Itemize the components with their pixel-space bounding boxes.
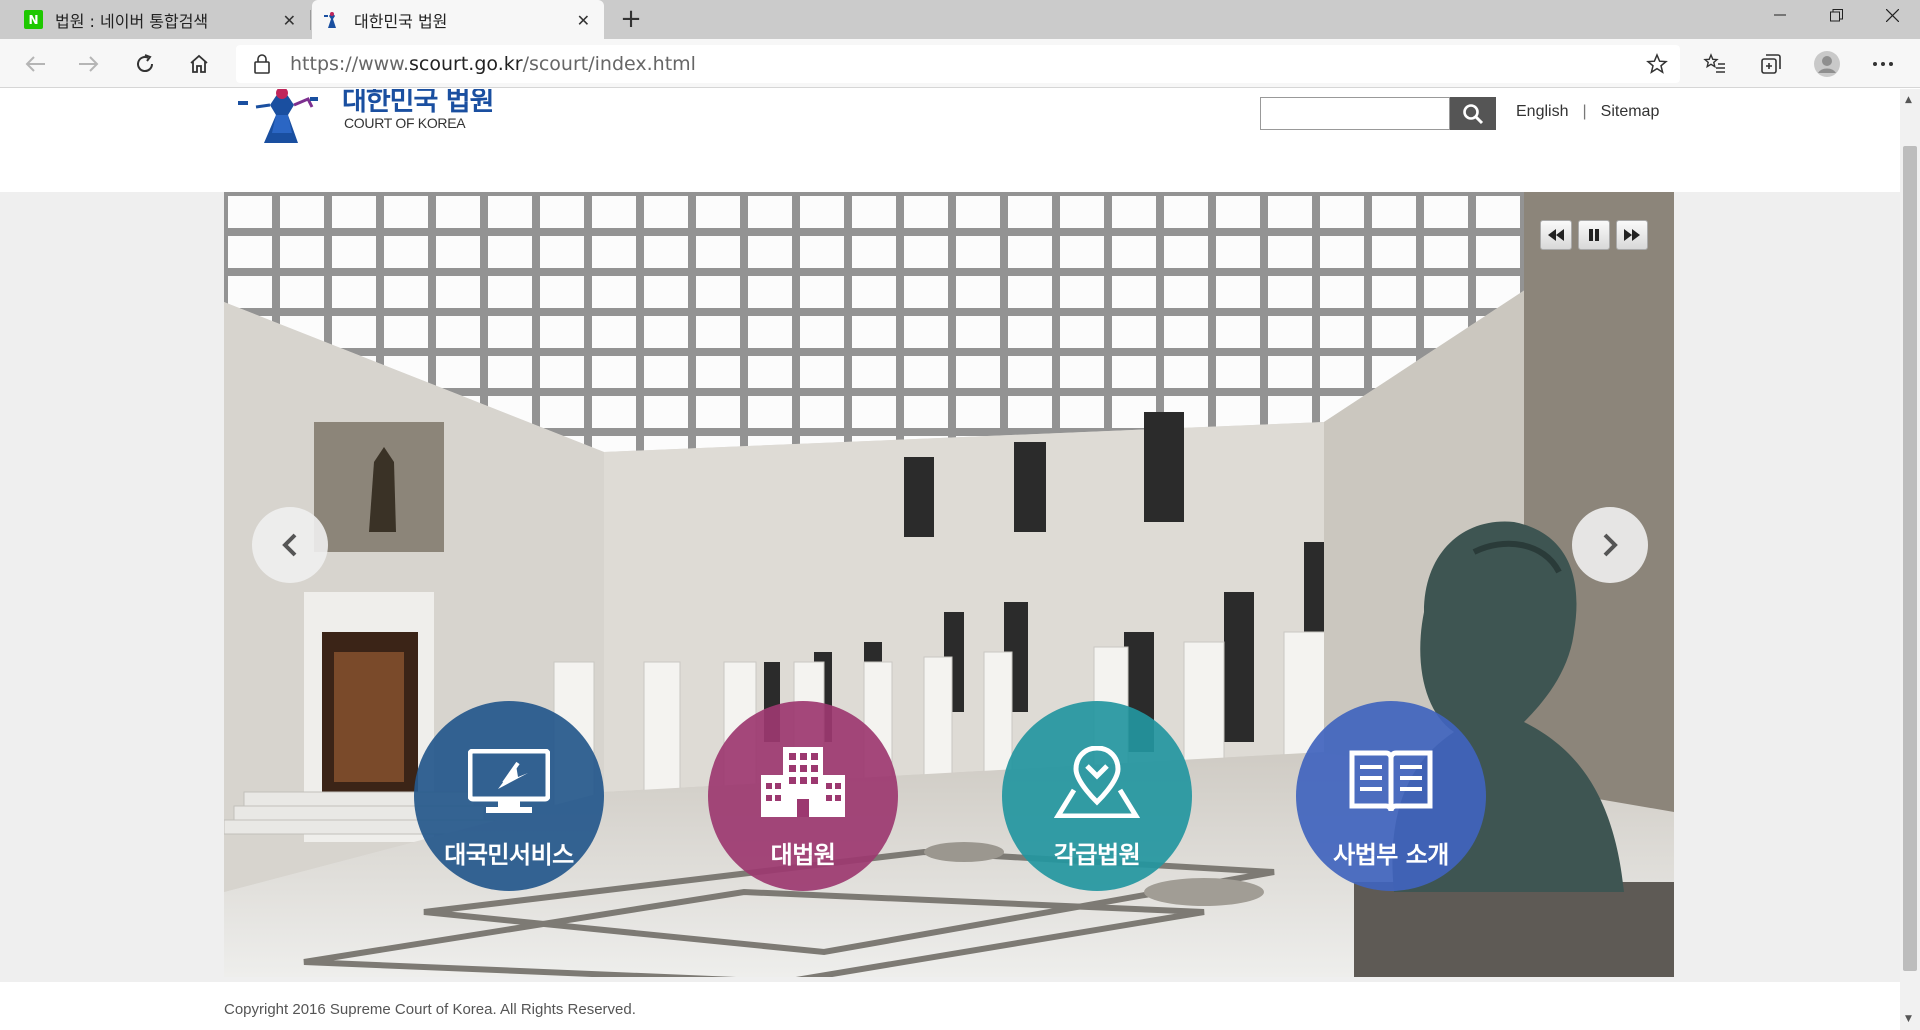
pause-button[interactable] bbox=[1578, 220, 1610, 250]
link-separator: | bbox=[1582, 103, 1587, 120]
back-button[interactable] bbox=[18, 47, 52, 81]
book-icon bbox=[1348, 743, 1434, 821]
all-courts-button[interactable]: 각급법원 bbox=[1002, 701, 1192, 891]
minimize-icon bbox=[1774, 14, 1786, 16]
tab-court-korea[interactable]: 대한민국 법원 ✕ bbox=[312, 0, 604, 39]
fast-forward-button[interactable] bbox=[1616, 220, 1648, 250]
site-search-input[interactable] bbox=[1260, 97, 1450, 130]
url-text: https://www.scourt.go.kr/scourt/index.ht… bbox=[290, 53, 696, 75]
page-scrollbar[interactable]: ▲ ▼ bbox=[1900, 89, 1920, 1030]
english-link[interactable]: English bbox=[1516, 103, 1568, 121]
collections-button[interactable] bbox=[1754, 47, 1788, 81]
restore-icon bbox=[1829, 8, 1843, 21]
building-icon bbox=[759, 743, 847, 821]
copyright-text: Copyright 2016 Supreme Court of Korea. A… bbox=[224, 1001, 636, 1018]
chevron-left-icon bbox=[282, 533, 297, 557]
browser-toolbar: https://www.scourt.go.kr/scourt/index.ht… bbox=[0, 39, 1920, 88]
minimize-button[interactable] bbox=[1752, 0, 1808, 30]
refresh-button[interactable] bbox=[128, 47, 162, 81]
search-button[interactable] bbox=[1450, 97, 1496, 130]
close-icon[interactable]: ✕ bbox=[283, 11, 296, 30]
tab-strip: N 법원 : 네이버 통합검색 ✕ 대한민국 법원 ✕ + bbox=[0, 0, 1920, 39]
home-button[interactable] bbox=[182, 47, 216, 81]
logo-subtitle: COURT OF KOREA bbox=[344, 115, 466, 131]
lock-icon bbox=[254, 54, 270, 74]
arrow-right-icon bbox=[79, 56, 99, 72]
profile-button[interactable] bbox=[1810, 47, 1844, 81]
favorite-star-icon[interactable] bbox=[1646, 53, 1668, 75]
previous-slide-button[interactable] bbox=[252, 507, 328, 583]
site-header: 대한민국 법원 COURT OF KOREA English | Sitemap bbox=[0, 89, 1900, 192]
sitemap-link[interactable]: Sitemap bbox=[1601, 103, 1660, 121]
supreme-court-button[interactable]: 대법원 bbox=[708, 701, 898, 891]
naver-icon: N bbox=[24, 10, 43, 29]
page-viewport: 대한민국 법원 COURT OF KOREA English | Sitemap bbox=[0, 89, 1900, 1030]
service-label: 대국민서비스 bbox=[444, 841, 574, 869]
rewind-icon bbox=[1548, 229, 1564, 241]
utility-links: English | Sitemap bbox=[1516, 103, 1659, 121]
scroll-up-icon[interactable]: ▲ bbox=[1905, 95, 1912, 105]
forward-button[interactable] bbox=[72, 47, 106, 81]
service-label: 사법부 소개 bbox=[1333, 841, 1449, 869]
court-logo[interactable]: 대한민국 법원 COURT OF KOREA bbox=[236, 89, 506, 147]
favorites-button[interactable] bbox=[1698, 47, 1732, 81]
collections-icon bbox=[1761, 54, 1781, 74]
more-dots-icon bbox=[1873, 62, 1893, 66]
new-tab-button[interactable]: + bbox=[616, 4, 646, 34]
tab-title: 법원 : 네이버 통합검색 bbox=[55, 11, 209, 31]
close-icon bbox=[1885, 8, 1899, 22]
court-icon bbox=[324, 11, 336, 28]
scroll-down-icon[interactable]: ▼ bbox=[1905, 1014, 1912, 1024]
favorites-list-icon bbox=[1703, 53, 1725, 73]
profile-avatar-icon bbox=[1814, 51, 1840, 77]
next-slide-button[interactable] bbox=[1572, 507, 1648, 583]
monitor-icon bbox=[468, 743, 550, 821]
search-icon bbox=[1463, 103, 1484, 124]
service-label: 대법원 bbox=[770, 841, 836, 869]
justice-statue-icon bbox=[238, 89, 318, 143]
rewind-button[interactable] bbox=[1540, 220, 1572, 250]
slideshow-controls bbox=[1540, 220, 1648, 250]
citizen-services-button[interactable]: 대국민서비스 bbox=[414, 701, 604, 891]
hero-slideshow: 대국민서비스 대법원 각급법원 사법부 소개 bbox=[224, 192, 1674, 977]
arrow-left-icon bbox=[25, 56, 45, 72]
fast-forward-icon bbox=[1624, 229, 1640, 241]
address-bar[interactable]: https://www.scourt.go.kr/scourt/index.ht… bbox=[236, 45, 1680, 83]
tab-divider bbox=[310, 10, 311, 30]
tab-title: 대한민국 법원 bbox=[354, 11, 448, 31]
restore-button[interactable] bbox=[1808, 0, 1864, 30]
service-label: 각급법원 bbox=[1053, 841, 1141, 869]
scroll-thumb[interactable] bbox=[1903, 146, 1917, 971]
refresh-icon bbox=[137, 54, 154, 73]
tab-naver-search[interactable]: N 법원 : 네이버 통합검색 ✕ bbox=[0, 0, 310, 39]
map-pin-icon bbox=[1054, 743, 1140, 821]
home-icon bbox=[190, 54, 208, 73]
chevron-right-icon bbox=[1603, 533, 1618, 557]
close-icon[interactable]: ✕ bbox=[577, 11, 590, 30]
close-window-button[interactable] bbox=[1864, 0, 1920, 30]
logo-title: 대한민국 법원 bbox=[342, 89, 494, 117]
judiciary-intro-button[interactable]: 사법부 소개 bbox=[1296, 701, 1486, 891]
settings-more-button[interactable] bbox=[1866, 47, 1900, 81]
pause-icon bbox=[1589, 229, 1599, 241]
